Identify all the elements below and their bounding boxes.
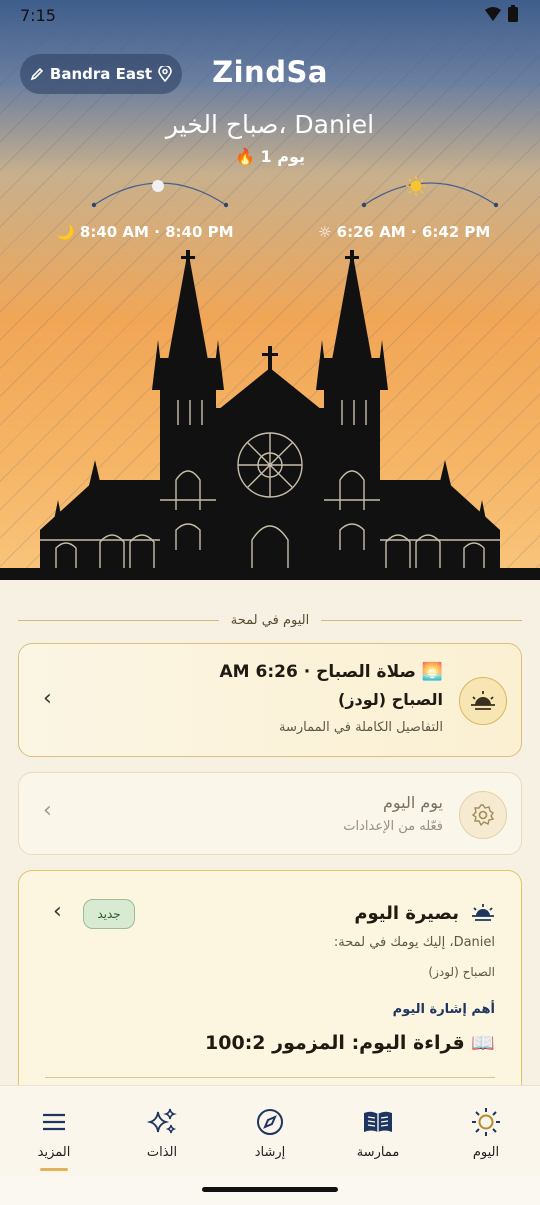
book-icon <box>364 1111 392 1132</box>
system-nav-bar <box>0 1175 540 1205</box>
church-silhouette <box>0 250 540 580</box>
section-divider: اليوم في لمحة <box>18 610 523 630</box>
sun-icon <box>406 176 426 196</box>
gear-icon <box>459 791 507 839</box>
home-gesture-bar[interactable] <box>202 1187 338 1192</box>
status-time: 7:15 <box>20 6 56 25</box>
sun-icon <box>472 1108 500 1136</box>
status-bar: 7:15 <box>0 0 540 30</box>
tab-more-label: المزيد <box>37 1145 71 1160</box>
daily-reading: 📖 قراءة اليوم: المزمور 100:2 <box>205 1032 495 1054</box>
insight-line2: الصباح (لودز) <box>428 965 495 979</box>
app-brand: ZindSa <box>212 55 328 89</box>
chevron-left-icon: ‹ <box>43 798 52 823</box>
tab-practice-label: ممارسة <box>356 1145 400 1160</box>
wifi-icon <box>485 6 501 21</box>
section-title: اليوم في لمحة <box>230 612 310 628</box>
insight-title: بصيرة اليوم <box>354 903 459 924</box>
sun-arc <box>361 176 499 208</box>
tab-today[interactable]: اليوم <box>432 1086 540 1176</box>
prayer-card[interactable]: 🌅 صلاة الصباح · 6:26 AM الصباح (لودز) ال… <box>18 643 522 757</box>
chevron-left-icon: ‹ <box>43 686 52 711</box>
tab-practice[interactable]: ممارسة <box>324 1086 432 1176</box>
sunrise-icon <box>472 904 494 921</box>
bottom-tab-bar: اليوم ممارسة إرشاد الذات المزيد <box>0 1085 540 1176</box>
tab-guidance-label: إرشاد <box>254 1145 286 1160</box>
sunrise-icon <box>459 677 507 725</box>
battery-icon <box>508 5 518 22</box>
tab-today-label: اليوم <box>472 1145 500 1160</box>
insight-line1: Daniel، إليك يومك في لمحة: <box>333 935 495 950</box>
compass-icon <box>257 1109 283 1135</box>
day-title: يوم اليوم <box>382 793 443 812</box>
highlight-label: أهم إشارة اليوم <box>392 1002 495 1017</box>
tab-indicator <box>40 1168 68 1171</box>
tab-self[interactable]: الذات <box>108 1086 216 1176</box>
moon-icon <box>152 180 164 192</box>
day-card[interactable]: يوم اليوم فعّله من الإعدادات ‹ <box>18 772 522 855</box>
day-subtitle: فعّله من الإعدادات <box>343 819 443 834</box>
moon-arc <box>91 180 229 208</box>
menu-icon <box>43 1113 65 1131</box>
prayer-title: 🌅 صلاة الصباح · 6:26 AM <box>219 662 443 682</box>
prayer-note: التفاصيل الكاملة في الممارسة <box>279 720 443 735</box>
moon-times: 🌙 8:40 AM · 8:40 PM <box>56 223 234 241</box>
chevron-left-icon: ‹ <box>53 899 62 924</box>
prayer-subtitle: الصباح (لودز) <box>338 690 443 709</box>
tab-guidance[interactable]: إرشاد <box>216 1086 324 1176</box>
insight-card[interactable]: بصيرة اليوم جديد ‹ Daniel، إليك يومك في … <box>18 870 522 1110</box>
greeting: صباح الخير، Daniel <box>165 110 375 139</box>
sun-times: ☼ 6:26 AM · 6:42 PM <box>318 223 491 241</box>
new-badge: جديد <box>83 899 135 929</box>
sparkles-icon <box>146 1108 177 1134</box>
tab-self-label: الذات <box>146 1145 178 1160</box>
streak-badge: 🔥 1 يوم <box>235 147 305 166</box>
tab-more[interactable]: المزيد <box>0 1086 108 1176</box>
divider <box>45 1077 495 1078</box>
